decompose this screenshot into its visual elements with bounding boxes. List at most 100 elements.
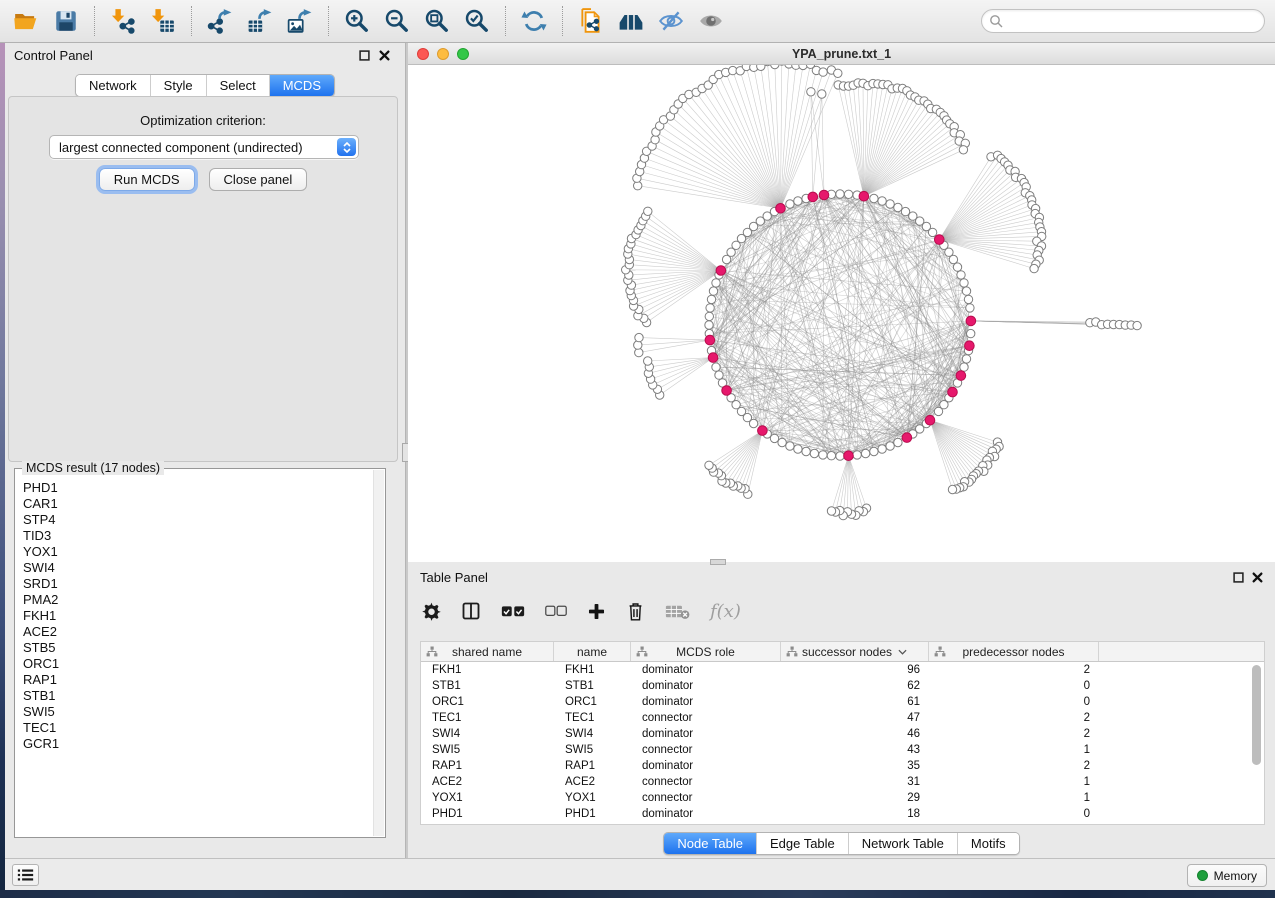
optimization-criterion-select[interactable]: largest connected component (undirected) [49,135,359,159]
column-header-predecessor-nodes[interactable]: predecessor nodes [929,642,1099,661]
table-cell: PHD1 [421,806,554,822]
table-panel: Table Panel f(x) shared namenameMCDS rol… [408,565,1275,858]
mcds-result-item[interactable]: RAP1 [23,672,372,688]
table-row[interactable]: ACE2ACE2connector311 [421,774,1264,790]
zoom-fit-icon[interactable] [423,7,451,35]
optimization-criterion-label: Optimization criterion: [9,113,397,128]
delete-row-icon[interactable] [626,599,645,623]
tab-select[interactable]: Select [206,75,269,96]
import-network-icon[interactable] [109,7,137,35]
tree-icon [636,646,648,661]
memory-status-icon [1197,870,1208,881]
column-header-shared-name[interactable]: shared name [421,642,554,661]
export-image-icon[interactable] [286,7,314,35]
mcds-list-scrollbar[interactable] [373,470,384,836]
close-panel-icon[interactable] [379,49,391,61]
tab-mcds[interactable]: MCDS [269,75,334,96]
column-label: shared name [452,645,522,659]
zoom-in-icon[interactable] [343,7,371,35]
table-cell: PHD1 [554,806,631,822]
task-history-button[interactable] [12,864,39,886]
table-cell: connector [631,774,781,790]
table-cell: 18 [781,806,929,822]
import-table-icon[interactable] [149,7,177,35]
mcds-result-item[interactable]: ACE2 [23,624,372,640]
search-field [981,9,1265,33]
table-tab-edge-table[interactable]: Edge Table [756,833,848,854]
mcds-result-item[interactable]: CAR1 [23,496,372,512]
column-header-successor-nodes[interactable]: successor nodes [781,642,929,661]
float-table-panel-icon[interactable] [1233,571,1245,583]
deselect-all-rows-icon[interactable] [545,599,567,623]
column-header-filler [1099,642,1264,661]
table-cell: dominator [631,662,781,678]
table-row[interactable]: TEC1TEC1connector472 [421,710,1264,726]
mcds-result-item[interactable]: PMA2 [23,592,372,608]
table-cell: FKH1 [421,662,554,678]
mcds-result-item[interactable]: STB1 [23,688,372,704]
search-input[interactable] [981,9,1265,33]
tab-network[interactable]: Network [76,75,150,96]
show-graphics-details-icon[interactable] [697,7,725,35]
table-cell: dominator [631,726,781,742]
table-cell: dominator [631,694,781,710]
table-cell: ORC1 [421,694,554,710]
refresh-layout-icon[interactable] [520,7,548,35]
memory-button[interactable]: Memory [1187,864,1267,887]
mcds-result-item[interactable]: STB5 [23,640,372,656]
mcds-result-item[interactable]: TEC1 [23,720,372,736]
run-mcds-button[interactable]: Run MCDS [99,168,195,191]
table-tab-network-table[interactable]: Network Table [848,833,957,854]
mcds-result-item[interactable]: SWI4 [23,560,372,576]
table-settings-icon[interactable] [422,599,441,623]
hide-graphics-details-icon[interactable] [657,7,685,35]
zoom-selected-icon[interactable] [463,7,491,35]
table-scrollbar-thumb[interactable] [1252,665,1261,765]
save-session-icon[interactable] [52,7,80,35]
bird-eye-view-icon[interactable] [617,7,645,35]
table-cell: ACE2 [554,774,631,790]
mcds-result-item[interactable]: GCR1 [23,736,372,752]
table-cell: 29 [781,790,929,806]
export-network-icon[interactable] [206,7,234,35]
network-canvas[interactable] [408,65,1275,562]
table-tab-motifs[interactable]: Motifs [957,833,1019,854]
mcds-result-item[interactable]: FKH1 [23,608,372,624]
network-window-title: YPA_prune.txt_1 [408,47,1275,61]
open-file-icon[interactable] [12,7,40,35]
export-table-icon[interactable] [246,7,274,35]
table-row[interactable]: SWI4SWI4dominator462 [421,726,1264,742]
column-layout-icon[interactable] [461,599,481,623]
network-graph[interactable] [408,65,1275,562]
column-label: name [577,645,607,659]
mcds-result-item[interactable]: YOX1 [23,544,372,560]
table-cell: 96 [781,662,929,678]
table-cell: ORC1 [554,694,631,710]
network-from-document-icon[interactable] [577,7,605,35]
close-panel-button[interactable]: Close panel [209,168,308,191]
table-row[interactable]: SWI5SWI5connector431 [421,742,1264,758]
mcds-result-item[interactable]: TID3 [23,528,372,544]
table-tab-node-table[interactable]: Node Table [664,833,756,854]
mcds-result-item[interactable]: SRD1 [23,576,372,592]
table-row[interactable]: ORC1ORC1dominator610 [421,694,1264,710]
table-row[interactable]: YOX1YOX1connector291 [421,790,1264,806]
zoom-out-icon[interactable] [383,7,411,35]
table-row[interactable]: FKH1FKH1dominator962 [421,662,1264,678]
table-row[interactable]: RAP1RAP1dominator352 [421,758,1264,774]
mcds-result-item[interactable]: ORC1 [23,656,372,672]
mcds-result-item[interactable]: STP4 [23,512,372,528]
column-header-MCDS-role[interactable]: MCDS role [631,642,781,661]
list-icon [17,868,34,882]
table-row[interactable]: STB1STB1dominator620 [421,678,1264,694]
table-scrollbar[interactable] [1251,663,1262,822]
select-all-rows-icon[interactable] [501,599,525,623]
tab-style[interactable]: Style [150,75,206,96]
mcds-result-item[interactable]: PHD1 [23,480,372,496]
float-panel-icon[interactable] [359,49,371,61]
column-header-name[interactable]: name [554,642,631,661]
add-row-icon[interactable] [587,599,606,623]
table-row[interactable]: PHD1PHD1dominator180 [421,806,1264,822]
mcds-result-item[interactable]: SWI5 [23,704,372,720]
close-table-panel-icon[interactable] [1252,571,1264,583]
